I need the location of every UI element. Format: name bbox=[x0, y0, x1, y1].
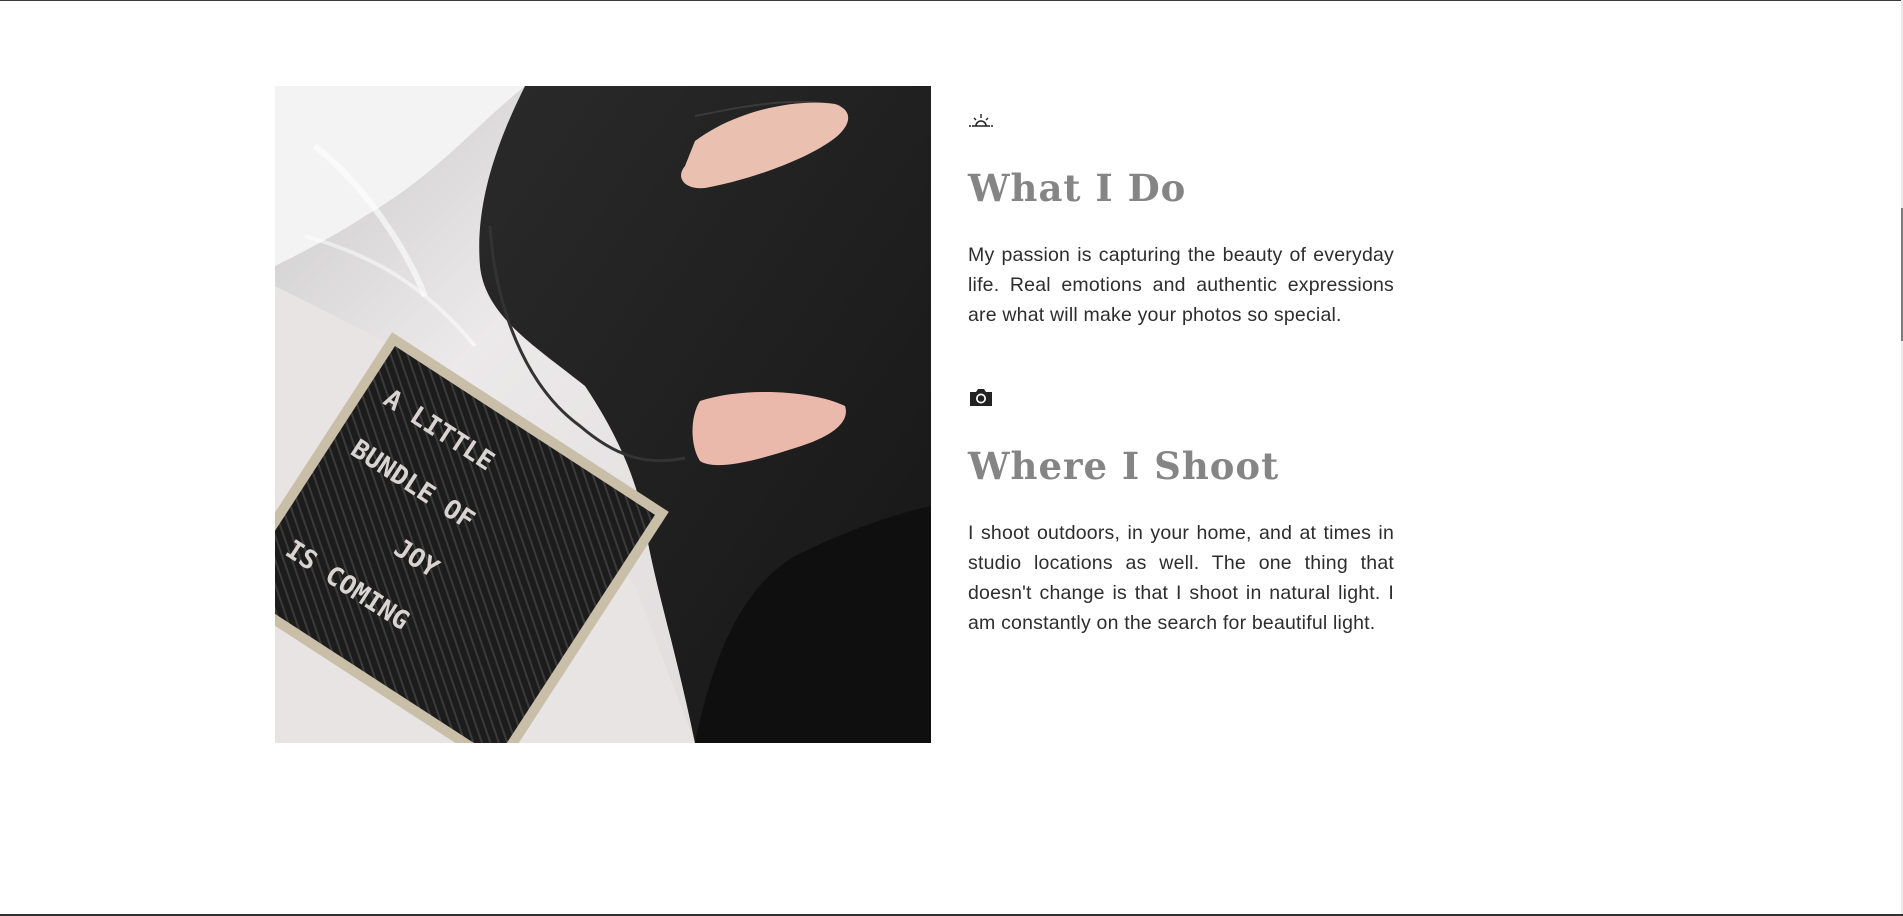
maternity-photo-illustration: A LITTLE BUNDLE OF JOY IS COMING bbox=[275, 86, 931, 743]
section-body-where-i-shoot: I shoot outdoors, in your home, and at t… bbox=[968, 522, 1394, 634]
section-body-what-i-do: My passion is capturing the beauty of ev… bbox=[968, 244, 1394, 326]
camera-icon bbox=[970, 389, 992, 406]
sunrise-icon bbox=[969, 114, 993, 127]
maternity-photo: A LITTLE BUNDLE OF JOY IS COMING bbox=[275, 86, 931, 743]
top-divider bbox=[0, 0, 1903, 1]
section-title-where-i-shoot: Where I Shoot bbox=[968, 444, 1280, 488]
section-title-what-i-do: What I Do bbox=[968, 166, 1187, 210]
